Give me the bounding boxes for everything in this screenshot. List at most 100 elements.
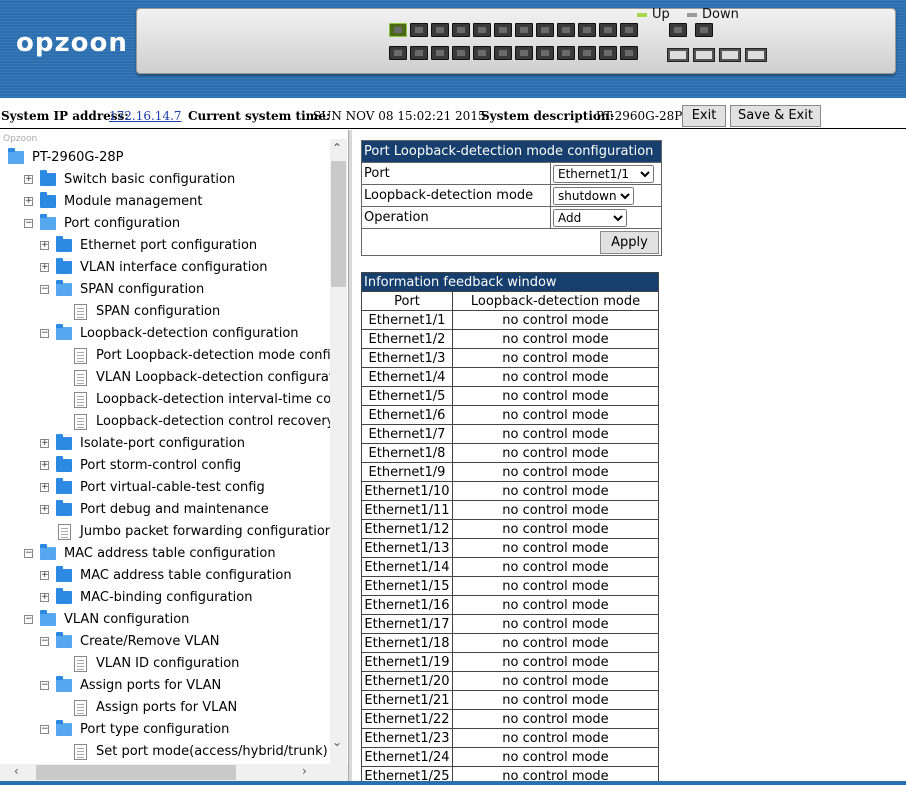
mode-cell: no control mode — [452, 747, 659, 767]
port-top-icon — [452, 23, 470, 37]
tree-node-label[interactable]: VLAN interface configuration — [80, 258, 268, 278]
port-cell: Ethernet1/16 — [361, 595, 453, 615]
tree-node-label[interactable]: Set port mode(access/hybrid/trunk) — [96, 742, 328, 762]
collapse-icon[interactable]: − — [24, 549, 33, 558]
bottom-border — [0, 781, 906, 785]
collapse-icon[interactable]: − — [24, 615, 33, 624]
tree-node-label[interactable]: VLAN configuration — [64, 610, 189, 630]
expand-icon[interactable]: + — [40, 593, 49, 602]
expand-icon[interactable]: + — [40, 263, 49, 272]
tree-node-label[interactable]: Port Loopback-detection mode config — [96, 346, 339, 366]
tree-node-label[interactable]: Port virtual-cable-test config — [80, 478, 265, 498]
tree-node-label[interactable]: SPAN configuration — [96, 302, 220, 322]
scroll-down-icon[interactable]: ⌄ — [332, 735, 342, 749]
port-bottom-icon — [494, 46, 512, 60]
tree-node-label[interactable]: Isolate-port configuration — [80, 434, 245, 454]
collapse-icon[interactable]: − — [40, 725, 49, 734]
time-value: SUN NOV 08 15:02:21 2015 — [313, 109, 486, 123]
expand-icon[interactable]: + — [40, 505, 49, 514]
table-row: Ethernet1/24 no control mode — [361, 747, 659, 767]
feedback-rows: Ethernet1/1 no control mode Ethernet1/2 no … — [361, 310, 659, 785]
port-cell: Ethernet1/3 — [361, 348, 453, 368]
port-cell: Ethernet1/12 — [361, 519, 453, 539]
port-cell: Ethernet1/13 — [361, 538, 453, 558]
tree-node-label[interactable]: SPAN configuration — [80, 280, 204, 300]
table-row: Ethernet1/8 no control mode — [361, 443, 659, 463]
exit-button[interactable]: Exit — [682, 105, 726, 127]
tree-node-label[interactable]: Assign ports for VLAN — [96, 698, 237, 718]
scroll-left-icon[interactable]: ‹ — [14, 764, 19, 778]
legend-down-label: Down — [702, 7, 739, 22]
tree-node-label[interactable]: MAC address table configuration — [80, 566, 292, 586]
tree-node-label[interactable]: MAC-binding configuration — [80, 588, 252, 608]
tree-node-label[interactable]: Create/Remove VLAN — [80, 632, 220, 652]
table-row: Ethernet1/5 no control mode — [361, 386, 659, 406]
vertical-scroll-thumb[interactable] — [331, 161, 346, 287]
tree-vertical-scrollbar[interactable]: ⌃ ⌄ — [330, 139, 347, 764]
port-cell: Ethernet1/14 — [361, 557, 453, 577]
port-top-icon — [669, 23, 687, 37]
table-row: Ethernet1/10 no control mode — [361, 481, 659, 501]
save-exit-button[interactable]: Save & Exit — [730, 105, 821, 127]
tree-node-label[interactable]: Port type configuration — [80, 720, 229, 740]
mode-cell: no control mode — [452, 424, 659, 444]
tree-node-label[interactable]: Jumbo packet forwarding configuration — [80, 522, 333, 542]
tree-horizontal-scrollbar[interactable]: ‹ › — [0, 764, 348, 781]
tree-node-label[interactable]: Port storm-control config — [80, 456, 241, 476]
page-icon — [74, 304, 87, 320]
mode-cell: no control mode — [452, 652, 659, 672]
collapse-icon[interactable]: − — [40, 681, 49, 690]
tree-node-label[interactable]: Switch basic configuration — [64, 170, 235, 190]
expand-icon[interactable]: + — [40, 439, 49, 448]
table-row: Ethernet1/9 no control mode — [361, 462, 659, 482]
expand-icon[interactable]: + — [40, 241, 49, 250]
desc-label: System description: — [481, 109, 615, 123]
expand-icon[interactable]: + — [40, 483, 49, 492]
collapse-icon[interactable]: − — [40, 637, 49, 646]
page-icon — [74, 414, 87, 430]
tree-node-label[interactable]: Port configuration — [64, 214, 180, 234]
tree-node-label[interactable]: Port debug and maintenance — [80, 500, 269, 520]
expand-icon[interactable]: + — [24, 175, 33, 184]
tree-node-label[interactable]: Loopback-detection control recovery — [96, 412, 334, 432]
tree-node-label[interactable]: Module management — [64, 192, 203, 212]
mode-cell: no control mode — [452, 728, 659, 748]
ip-link[interactable]: 172.16.14.7 — [109, 109, 182, 123]
tree-node-label[interactable]: PT-2960G-28P — [32, 148, 124, 168]
tree-node-label[interactable]: Assign ports for VLAN — [80, 676, 221, 696]
sfp-port-icon — [693, 48, 715, 62]
tree-node-label[interactable]: Loopback-detection configuration — [80, 324, 299, 344]
page-icon — [74, 656, 87, 672]
mode-cell: no control mode — [452, 500, 659, 520]
scroll-up-icon[interactable]: ⌃ — [332, 141, 342, 155]
col-mode-header: Loopback-detection mode — [452, 291, 659, 311]
collapse-icon[interactable]: − — [40, 285, 49, 294]
collapse-icon[interactable]: − — [40, 329, 49, 338]
table-row: Ethernet1/22 no control mode — [361, 709, 659, 729]
port-bottom-icon — [473, 46, 491, 60]
mode-cell: no control mode — [452, 690, 659, 710]
table-row: Ethernet1/12 no control mode — [361, 519, 659, 539]
table-row: Ethernet1/19 no control mode — [361, 652, 659, 672]
tree-node-label[interactable]: VLAN Loopback-detection configuratio — [96, 368, 345, 388]
horizontal-scroll-thumb[interactable] — [36, 765, 236, 780]
expand-icon[interactable]: + — [40, 461, 49, 470]
switch-front-panel: Up Down — [136, 7, 896, 74]
tree-node-label[interactable]: VLAN ID configuration — [96, 654, 239, 674]
port-top-icon — [695, 23, 713, 37]
tree-node-label[interactable]: Ethernet port configuration — [80, 236, 257, 256]
tree-node-label[interactable]: MAC address table configuration — [64, 544, 276, 564]
mode-cell: no control mode — [452, 633, 659, 653]
collapse-icon[interactable]: − — [24, 219, 33, 228]
folder-icon — [56, 588, 72, 604]
table-row: Ethernet1/6 no control mode — [361, 405, 659, 425]
port-top-icon — [473, 23, 491, 37]
expand-icon[interactable]: + — [24, 197, 33, 206]
content-frame: Information feedback window Port Loopbac… — [352, 130, 906, 785]
tree-node-label[interactable]: Loopback-detection interval-time con — [96, 390, 339, 410]
feedback-title: Information feedback window — [361, 272, 659, 292]
expand-icon[interactable]: + — [40, 571, 49, 580]
scroll-right-icon[interactable]: › — [302, 764, 307, 778]
port-cell: Ethernet1/22 — [361, 709, 453, 729]
table-row: Ethernet1/4 no control mode — [361, 367, 659, 387]
